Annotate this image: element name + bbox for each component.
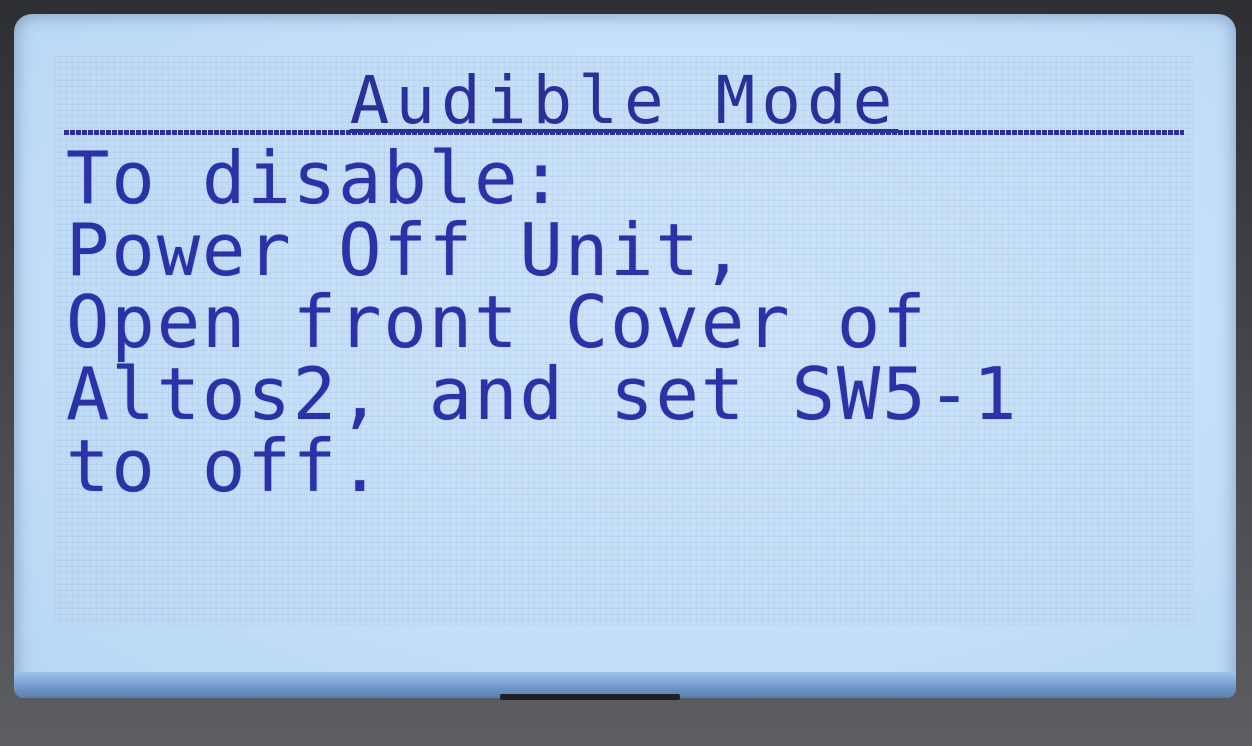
instruction-line: To disable: bbox=[66, 136, 565, 220]
instruction-text: To disable: Power Off Unit, Open front C… bbox=[66, 142, 1018, 502]
instruction-line: Power Off Unit, bbox=[66, 208, 747, 292]
instruction-line: Open front Cover of bbox=[66, 280, 928, 364]
screen-title: Audible Mode bbox=[349, 62, 899, 139]
title-divider bbox=[64, 130, 1184, 135]
lcd-screen: Audible Mode To disable: Power Off Unit,… bbox=[14, 14, 1236, 698]
bezel-notch bbox=[500, 694, 680, 700]
lcd-pixel-area: Audible Mode To disable: Power Off Unit,… bbox=[54, 56, 1194, 626]
instruction-line: Altos2, and set SW5-1 bbox=[66, 352, 1019, 436]
instruction-line: to off. bbox=[66, 424, 384, 508]
